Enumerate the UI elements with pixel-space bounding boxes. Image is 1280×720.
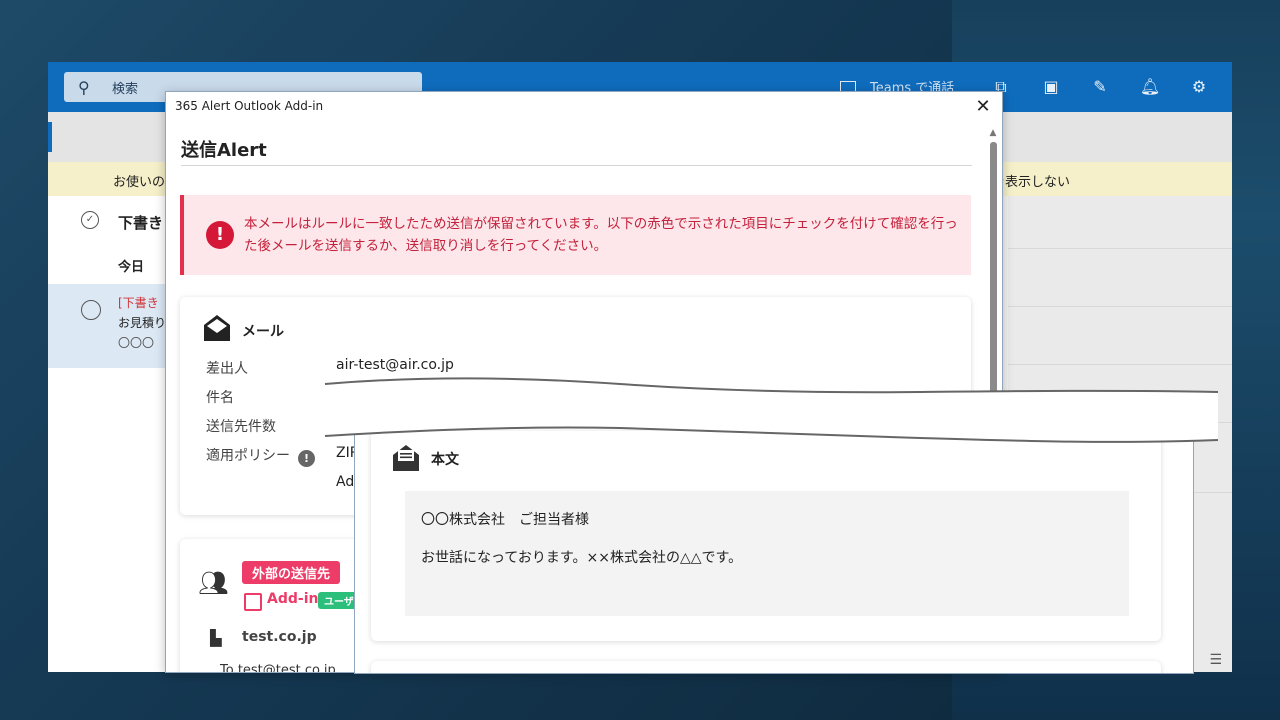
- item-draft-label: [下書き: [118, 296, 159, 310]
- mail-body-content: 〇〇株式会社 ご担当者様 お世話になっております。××株式会社の△△です。: [405, 491, 1129, 616]
- body-preview-panel: 本文 〇〇株式会社 ご担当者様 お世話になっております。××株式会社の△△です。: [354, 410, 1194, 674]
- addin-checkbox[interactable]: [244, 593, 262, 611]
- exclamation-icon: !: [206, 221, 234, 249]
- banner-text-left: お使いの: [113, 175, 166, 190]
- tasks-icon[interactable]: ✎: [1089, 76, 1111, 98]
- list-item[interactable]: [下書き お見積り 〇〇〇: [48, 284, 167, 368]
- body-line-2: お世話になっております。××株式会社の△△です。: [421, 550, 743, 566]
- new-mail-button[interactable]: [48, 122, 52, 152]
- group-header-today: 今日: [118, 260, 145, 275]
- divider: [181, 165, 972, 166]
- message-list: ✓ 下書き 今日 [下書き お見積り 〇〇〇: [48, 196, 167, 672]
- addin-checkbox-label[interactable]: Add-in: [267, 591, 318, 607]
- recipient-domain: test.co.jp: [242, 629, 317, 645]
- office-icon[interactable]: ▣: [1040, 76, 1062, 98]
- menu-icon[interactable]: ☰: [1209, 652, 1222, 668]
- item-select-radio[interactable]: [81, 300, 101, 320]
- people-icon: 👥︎: [198, 569, 229, 597]
- divider: [1008, 306, 1232, 307]
- dialog-title: 365 Alert Outlook Add-in: [175, 99, 324, 113]
- page-title: 送信Alert: [181, 140, 267, 161]
- scroll-up-icon[interactable]: ▲: [988, 128, 998, 138]
- envelope-open-icon: [204, 315, 230, 341]
- banner-dismiss-link[interactable]: を表示しない: [992, 171, 1070, 190]
- next-card: [371, 661, 1161, 673]
- mail-body-icon: [393, 445, 419, 471]
- mail-card-title: メール: [242, 324, 284, 340]
- policy-label-text: 適用ポリシー: [206, 448, 290, 464]
- body-card: 本文 〇〇株式会社 ご担当者様 お世話になっております。××株式会社の△△です。: [371, 431, 1161, 641]
- search-placeholder: 検索: [112, 82, 139, 97]
- building-icon: ▙: [210, 629, 222, 647]
- divider: [1008, 248, 1232, 249]
- alert-text: 本メールはルールに一致したため送信が保留されています。以下の赤色で示された項目に…: [244, 216, 958, 254]
- sender-value: air-test@air.co.jp: [336, 357, 454, 373]
- divider: [1008, 364, 1232, 365]
- select-all-icon[interactable]: ✓: [81, 211, 99, 229]
- sender-label: 差出人: [206, 361, 248, 377]
- alert-message: ! 本メールはルールに一致したため送信が保留されています。以下の赤色で示された項…: [180, 195, 971, 275]
- search-icon: ⚲: [78, 78, 90, 97]
- body-line-1: 〇〇株式会社 ご担当者様: [421, 512, 589, 528]
- recipient-count-label: 送信先件数: [206, 419, 276, 435]
- external-recipient-badge: 外部の送信先: [242, 561, 341, 584]
- to-address: To test@test.co.jp: [220, 663, 336, 673]
- body-card-title: 本文: [431, 452, 459, 468]
- policy-value-extra: Ad: [336, 474, 355, 490]
- close-icon[interactable]: ✕: [972, 96, 994, 118]
- subject-label: 件名: [206, 390, 234, 406]
- info-icon[interactable]: !: [298, 450, 315, 467]
- item-subject: お見積り: [118, 316, 167, 330]
- gear-icon[interactable]: ⚙: [1188, 76, 1210, 98]
- policy-label: 適用ポリシー!: [206, 445, 315, 467]
- item-preview: 〇〇〇: [118, 336, 155, 350]
- folder-title: 下書き: [118, 214, 164, 232]
- bell-icon[interactable]: 🔔︎: [1139, 76, 1161, 98]
